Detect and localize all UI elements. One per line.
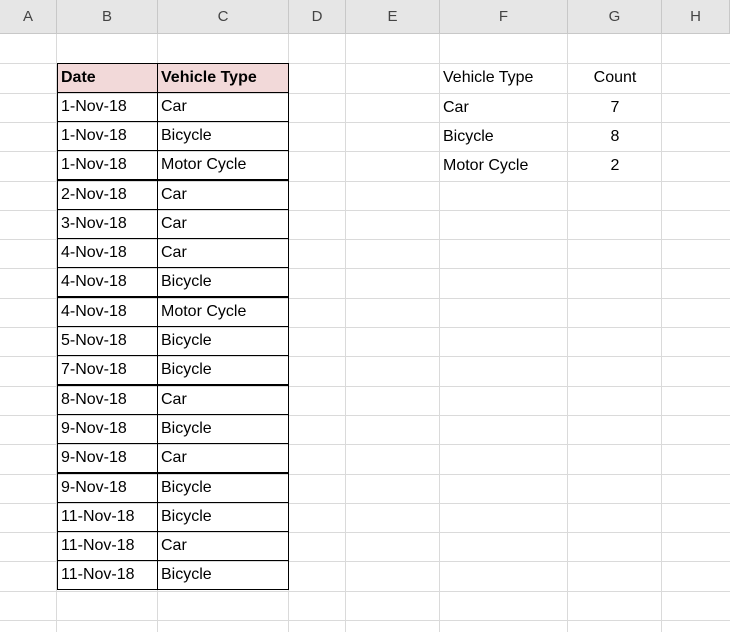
table-cell-date[interactable]: 11-Nov-18 <box>57 531 158 561</box>
table-cell-vehicle-type[interactable]: Bicycle <box>157 414 289 444</box>
table-cell-vehicle-type[interactable]: Car <box>157 531 289 561</box>
table-cell-vehicle-type[interactable]: Bicycle <box>157 560 289 590</box>
summary-cell-vehicle-type[interactable]: Car <box>440 93 568 123</box>
table-cell-vehicle-type[interactable]: Car <box>157 92 289 122</box>
table-cell-date[interactable]: 11-Nov-18 <box>57 560 158 590</box>
table-cell-vehicle-type[interactable]: Car <box>157 180 289 210</box>
table-cell-date[interactable]: 9-Nov-18 <box>57 473 158 503</box>
column-header-f[interactable]: F <box>440 0 568 34</box>
summary-cell-vehicle-type[interactable]: Bicycle <box>440 122 568 152</box>
table-cell-date[interactable]: 7-Nov-18 <box>57 355 158 385</box>
gridline-vertical <box>345 34 346 632</box>
column-header-b[interactable]: B <box>57 0 158 34</box>
table-header-date[interactable]: Date <box>57 63 158 93</box>
table-cell-vehicle-type[interactable]: Car <box>157 385 289 415</box>
summary-cell-vehicle-type[interactable]: Motor Cycle <box>440 151 568 181</box>
table-cell-date[interactable]: 4-Nov-18 <box>57 238 158 268</box>
table-cell-date[interactable]: 9-Nov-18 <box>57 443 158 473</box>
spreadsheet-grid[interactable]: ABCDEFGH Date Vehicle Type 1-Nov-18 Car 1-No… <box>0 0 730 632</box>
table-cell-date[interactable]: 8-Nov-18 <box>57 385 158 415</box>
table-cell-vehicle-type[interactable]: Bicycle <box>157 473 289 503</box>
table-cell-vehicle-type[interactable]: Bicycle <box>157 355 289 385</box>
table-cell-vehicle-type[interactable]: Motor Cycle <box>157 297 289 327</box>
summary-header-vehicle-type[interactable]: Vehicle Type <box>440 63 568 93</box>
table-cell-date[interactable]: 1-Nov-18 <box>57 121 158 151</box>
column-header-h[interactable]: H <box>662 0 730 34</box>
summary-cell-count[interactable]: 2 <box>568 151 662 181</box>
table-cell-date[interactable]: 4-Nov-18 <box>57 297 158 327</box>
column-header-e[interactable]: E <box>346 0 440 34</box>
table-cell-date[interactable]: 3-Nov-18 <box>57 209 158 239</box>
table-cell-date[interactable]: 11-Nov-18 <box>57 502 158 532</box>
table-cell-date[interactable]: 1-Nov-18 <box>57 92 158 122</box>
gridline-horizontal <box>0 620 730 621</box>
table-cell-date[interactable]: 1-Nov-18 <box>57 150 158 180</box>
table-cell-vehicle-type[interactable]: Bicycle <box>157 121 289 151</box>
column-header-c[interactable]: C <box>158 0 289 34</box>
summary-cell-count[interactable]: 8 <box>568 122 662 152</box>
table-cell-vehicle-type[interactable]: Bicycle <box>157 326 289 356</box>
table-cell-vehicle-type[interactable]: Bicycle <box>157 267 289 297</box>
summary-cell-count[interactable]: 7 <box>568 93 662 123</box>
table-cell-vehicle-type[interactable]: Car <box>157 209 289 239</box>
summary-header-count[interactable]: Count <box>568 63 662 93</box>
column-header-d[interactable]: D <box>289 0 346 34</box>
table-cell-date[interactable]: 2-Nov-18 <box>57 180 158 210</box>
table-cell-vehicle-type[interactable]: Car <box>157 443 289 473</box>
column-header-g[interactable]: G <box>568 0 662 34</box>
column-header-a[interactable]: A <box>0 0 57 34</box>
table-cell-date[interactable]: 9-Nov-18 <box>57 414 158 444</box>
table-cell-date[interactable]: 4-Nov-18 <box>57 267 158 297</box>
table-cell-vehicle-type[interactable]: Bicycle <box>157 502 289 532</box>
gridline-horizontal <box>0 591 730 592</box>
table-cell-vehicle-type[interactable]: Car <box>157 238 289 268</box>
table-cell-vehicle-type[interactable]: Motor Cycle <box>157 150 289 180</box>
table-header-vehicle-type[interactable]: Vehicle Type <box>157 63 289 93</box>
table-cell-date[interactable]: 5-Nov-18 <box>57 326 158 356</box>
